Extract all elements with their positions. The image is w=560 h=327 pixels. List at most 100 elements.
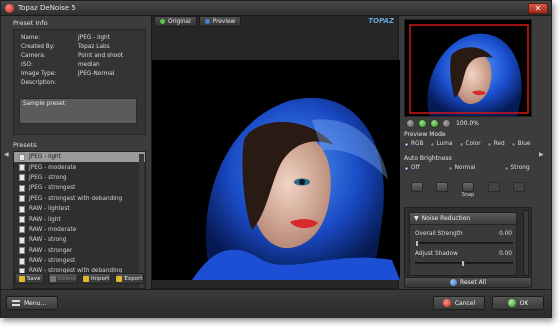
snap-icon: [461, 182, 474, 192]
info-row-image-type: Image Type: JPEG-Normal: [21, 71, 115, 77]
overall-strength-value[interactable]: 0.00: [499, 231, 512, 237]
adjust-shadow-value[interactable]: 0.00: [499, 251, 512, 257]
ok-button[interactable]: OK: [492, 296, 544, 310]
zoom-controls: 100.0%: [406, 119, 479, 128]
preset-file-icon: [19, 184, 25, 192]
description-field[interactable]: Sample preset: [19, 98, 137, 124]
cancel-icon: [442, 299, 451, 307]
cancel-button[interactable]: Cancel: [433, 296, 485, 310]
noise-reduction-header[interactable]: ▼ Noise Reduction: [410, 213, 516, 225]
presets-list: JPEG - light JPEG - moderate JPEG - stro…: [13, 151, 146, 289]
app-icon: [5, 3, 14, 13]
list-item[interactable]: JPEG - strongest: [14, 183, 145, 193]
preview-area: Original Preview TOPAZ: [151, 15, 400, 289]
main-window: Topaz DeNoise 5 ✕ ◀ ▶ Preset Info Name: J…: [0, 0, 552, 318]
preset-file-icon: [19, 205, 25, 213]
list-item[interactable]: RAW - moderate: [14, 225, 145, 235]
portrait-photo: [152, 60, 400, 280]
ok-icon: [507, 299, 516, 307]
preset-file-icon: [19, 226, 25, 234]
delete-preset-button[interactable]: Delete: [48, 273, 78, 284]
preset-file-icon: [19, 195, 25, 203]
zoom-level: 100.0%: [456, 120, 479, 127]
adjust-shadow-slider[interactable]: [415, 260, 513, 267]
preset-file-icon: [19, 164, 25, 172]
list-item[interactable]: JPEG - strongest with debanding: [14, 194, 145, 204]
noise-reduction-scrollbar[interactable]: [523, 210, 529, 276]
info-row-camera: Camera: Point and shoot: [21, 53, 124, 59]
slider-thumb[interactable]: [461, 260, 465, 267]
compare-icon: [487, 182, 500, 192]
preset-buttons: Save Delete Import Export: [13, 273, 146, 284]
undo-button[interactable]: [408, 182, 426, 200]
radio-blue[interactable]: Blue: [510, 141, 531, 147]
redo-button[interactable]: [433, 182, 451, 200]
preset-file-icon: [19, 174, 25, 182]
zoom-out-icon[interactable]: [430, 119, 439, 128]
noise-reduction-panel: ▼ Noise Reduction Overall Strength 0.00 …: [404, 207, 532, 279]
list-item[interactable]: RAW - stronger: [14, 246, 145, 256]
undo-icon: [410, 182, 423, 192]
preset-file-icon: [19, 216, 25, 224]
collapse-right-icon[interactable]: ▶: [539, 151, 544, 158]
compare-button[interactable]: [485, 182, 503, 200]
menu-button[interactable]: Menu...: [6, 296, 58, 310]
window-title: Topaz DeNoise 5: [18, 4, 76, 12]
list-item[interactable]: RAW - light: [14, 214, 145, 224]
info-row-name: Name: JPEG - light: [21, 35, 110, 41]
preview-mode-label: Preview Mode: [404, 131, 446, 138]
zoom-actual-icon[interactable]: [442, 119, 451, 128]
delete-icon: [49, 275, 56, 282]
left-panel: Preset Info Name: JPEG - light Created By…: [13, 19, 146, 289]
radio-red[interactable]: Red: [486, 141, 505, 147]
reset-all-button[interactable]: Reset All: [404, 277, 532, 288]
tool-row: Snap: [404, 182, 532, 200]
thumbnail-photo: [405, 20, 531, 116]
history-button[interactable]: [510, 182, 528, 200]
zoom-fit-icon[interactable]: [406, 119, 415, 128]
radio-color[interactable]: Color: [458, 141, 481, 147]
preset-info-box: Name: JPEG - light Created By: Topaz Labs …: [13, 29, 146, 135]
list-item[interactable]: JPEG - light: [14, 152, 145, 163]
overall-strength-slider[interactable]: [415, 240, 513, 247]
tab-original[interactable]: Original: [154, 16, 197, 27]
preset-file-icon: [19, 153, 25, 161]
original-tab-icon: [160, 19, 165, 24]
view-tabs: Original Preview: [152, 16, 398, 28]
bottom-bar: Menu... Cancel OK: [1, 289, 551, 318]
radio-rgb[interactable]: RGB: [404, 141, 424, 147]
import-icon: [82, 275, 89, 282]
snap-button[interactable]: Snap: [459, 182, 477, 200]
info-row-created-by: Created By: Topaz Labs: [21, 44, 110, 50]
list-item[interactable]: JPEG - strong: [14, 173, 145, 183]
auto-brightness-options: Off Normal Strong: [404, 165, 530, 171]
collapse-triangle-icon: ▼: [414, 215, 419, 222]
tab-preview[interactable]: Preview: [198, 16, 242, 27]
list-item[interactable]: RAW - lightest: [14, 204, 145, 214]
preview-mode-options: RGB Luma Color Red Blue: [404, 141, 531, 147]
redo-icon: [436, 182, 449, 192]
list-item[interactable]: RAW - strong: [14, 235, 145, 245]
radio-strong[interactable]: Strong: [503, 165, 530, 171]
history-icon: [513, 182, 526, 192]
import-preset-button[interactable]: Import: [81, 273, 111, 284]
navigator-thumbnail[interactable]: [404, 19, 532, 117]
list-item[interactable]: RAW - strongest: [14, 256, 145, 266]
presets-heading: Presets: [13, 141, 37, 149]
save-preset-button[interactable]: Save: [15, 273, 45, 284]
radio-normal[interactable]: Normal: [447, 165, 476, 171]
overall-strength-label: Overall Strength: [415, 231, 463, 237]
list-item[interactable]: JPEG - moderate: [14, 162, 145, 172]
zoom-in-icon[interactable]: [418, 119, 427, 128]
image-canvas[interactable]: [152, 60, 400, 280]
radio-luma[interactable]: Luma: [429, 141, 453, 147]
collapse-left-icon[interactable]: ◀: [4, 151, 9, 158]
radio-off[interactable]: Off: [404, 165, 420, 171]
right-panel: 100.0% Preview Mode RGB Luma Color Red B…: [404, 19, 534, 289]
presets-scrollbar[interactable]: [139, 154, 144, 288]
preset-info-heading: Preset Info: [13, 19, 48, 27]
preset-file-icon: [19, 247, 25, 255]
close-window-button[interactable]: ✕: [528, 3, 548, 14]
slider-thumb[interactable]: [415, 240, 419, 247]
export-preset-button[interactable]: Export: [114, 273, 144, 284]
